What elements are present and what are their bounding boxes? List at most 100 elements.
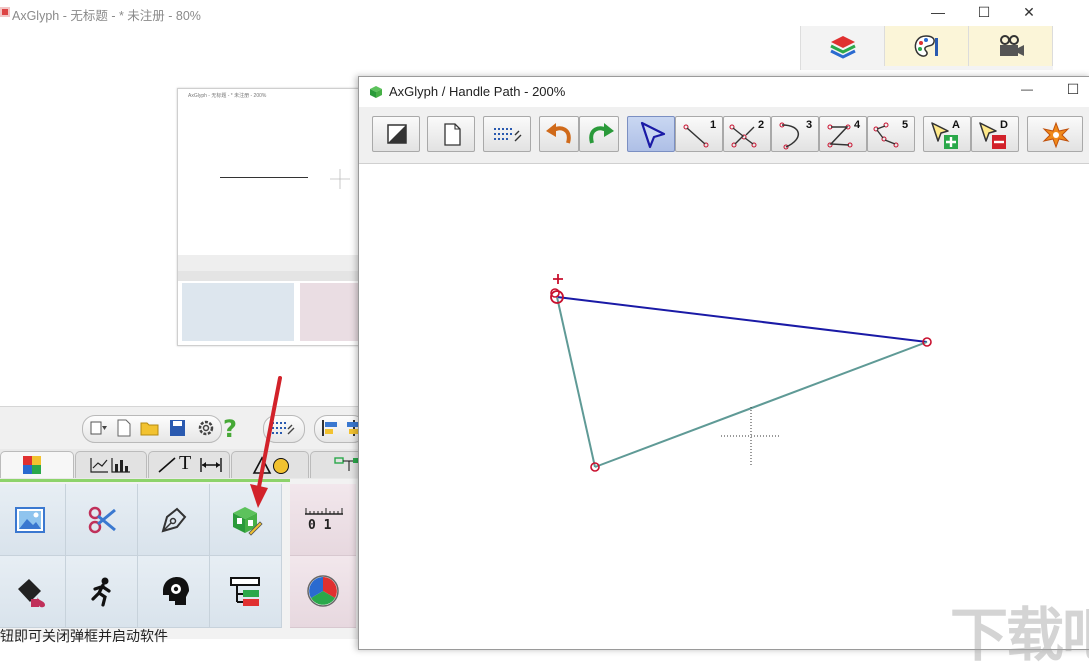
head-gear-icon [163, 577, 189, 605]
tab-colors[interactable] [0, 451, 74, 478]
scissors-icon [88, 506, 116, 534]
maximize-button[interactable]: ☐ [961, 0, 1007, 26]
menu-icon[interactable] [88, 419, 108, 437]
hp-minimize-button[interactable]: — [1007, 77, 1047, 103]
settings-gear-icon[interactable] [196, 419, 216, 437]
palette-button[interactable] [885, 26, 969, 66]
hp-maximize-button[interactable]: ☐ [1053, 77, 1089, 103]
path-mode-4-button[interactable]: 4 [819, 116, 867, 152]
add-node-label: A [952, 119, 960, 131]
line-icon [158, 457, 176, 473]
ruler-label: 0 1 [308, 518, 332, 533]
path-mode-1-button[interactable]: 1 [675, 116, 723, 152]
path-segment[interactable] [556, 296, 596, 468]
tree-list-icon [230, 577, 260, 606]
image-icon [15, 507, 45, 533]
image-tool-button[interactable] [0, 484, 66, 556]
grid-snap-icon [494, 128, 522, 142]
mode-1-number: 1 [710, 119, 717, 131]
pen-tool-button[interactable] [138, 484, 210, 556]
mode-2-number: 2 [758, 119, 765, 131]
undo-button[interactable] [539, 116, 579, 152]
video-camera-icon [1000, 35, 1024, 56]
thumbnail-title: AxGlyph - 无标题 - * 未注册 - 200% [188, 93, 267, 99]
multi-node-icon [873, 122, 899, 148]
glyph-app-icon [370, 86, 382, 98]
minimize-button[interactable]: — [915, 0, 961, 26]
redo-icon [589, 123, 614, 144]
thumbnail-tools [182, 283, 294, 341]
add-node-button[interactable]: A [923, 116, 971, 152]
thumbnail-crosshair-icon [330, 169, 350, 189]
path-mode-3-button[interactable]: 3 [771, 116, 819, 152]
ruler-icon [305, 508, 343, 515]
handle-path-title-bar: AxGlyph / Handle Path - 200% — ☐ [359, 77, 1089, 107]
open-folder-icon[interactable] [140, 419, 160, 437]
new-file-icon[interactable] [114, 419, 134, 437]
mind-tool-button[interactable] [138, 556, 210, 628]
pie-chart-icon [307, 575, 339, 607]
panel-tabs: T [0, 449, 372, 479]
animation-tool-button[interactable] [66, 556, 138, 628]
pie-tool-button[interactable] [290, 556, 356, 628]
star-burst-icon [1042, 121, 1070, 149]
page-icon [444, 123, 461, 146]
save-icon[interactable] [168, 419, 188, 437]
cut-tool-button[interactable] [66, 484, 138, 556]
star-tool-button[interactable] [1027, 116, 1083, 152]
delete-node-icon [979, 122, 1006, 149]
text-tool-label: T [179, 452, 192, 474]
redo-button[interactable] [579, 116, 619, 152]
partial-caption: 钮即可关闭弹框并启动软件 [0, 628, 168, 644]
mode-5-number: 5 [902, 119, 909, 131]
add-node-icon [931, 122, 958, 149]
delete-node-button[interactable]: D [971, 116, 1019, 152]
grid-toggle-button[interactable] [483, 116, 531, 152]
mode-3-number: 3 [806, 119, 813, 131]
half-fill-square-icon [387, 124, 407, 144]
path-canvas-svg[interactable] [359, 164, 1089, 649]
drawing-canvas[interactable] [359, 164, 1089, 649]
thumbnail-tools-2 [300, 283, 358, 341]
align-left-icon[interactable] [320, 419, 340, 437]
select-tool-button[interactable] [627, 116, 675, 152]
fill-tool-button[interactable] [0, 556, 66, 628]
zigzag-icon [827, 124, 853, 148]
path-segment[interactable] [594, 341, 928, 468]
thumbnail-toolbar [178, 255, 360, 271]
thumbnail-tabs [178, 271, 360, 281]
curve-icon [779, 122, 799, 150]
right-palette-bar [800, 26, 1053, 70]
start-plus-icon [553, 274, 563, 284]
selected-path-segment[interactable] [556, 296, 928, 343]
delete-node-label: D [1000, 119, 1008, 131]
pen-nib-icon [161, 507, 187, 533]
handle-path-window: AxGlyph / Handle Path - 200% — ☐ 1 2 3 4… [358, 76, 1089, 650]
dimension-icon [200, 458, 222, 472]
close-button[interactable]: ✕ [1006, 0, 1052, 26]
annotation-arrow-icon [250, 376, 282, 508]
polyline-icon [729, 124, 757, 148]
handle-path-toolbar: 1 2 3 4 5 A D [359, 107, 1089, 164]
tab-lines-text[interactable]: T [148, 451, 230, 478]
new-page-button[interactable] [427, 116, 475, 152]
tree-tool-button[interactable] [210, 556, 282, 628]
thumbnail-line [220, 177, 308, 178]
fill-mode-button[interactable] [372, 116, 420, 152]
path-mode-5-button[interactable]: 5 [867, 116, 915, 152]
palette-icon [914, 35, 938, 57]
svg-text:?: ? [223, 416, 237, 440]
mode-4-number: 4 [854, 119, 861, 131]
layers-icon [830, 36, 856, 59]
tool-panel: ? T 0 1 [0, 406, 372, 639]
paint-bucket-icon [18, 579, 45, 608]
tab-charts[interactable] [75, 451, 147, 478]
runner-icon [91, 577, 111, 607]
layers-button[interactable] [801, 26, 885, 66]
path-mode-2-button[interactable]: 2 [723, 116, 771, 152]
panel-toolbar: ? [0, 407, 366, 449]
video-button[interactable] [969, 26, 1053, 66]
watermark: 下载吧 [950, 603, 1089, 668]
line-segment-icon [683, 124, 709, 148]
charts-icon [90, 458, 130, 473]
